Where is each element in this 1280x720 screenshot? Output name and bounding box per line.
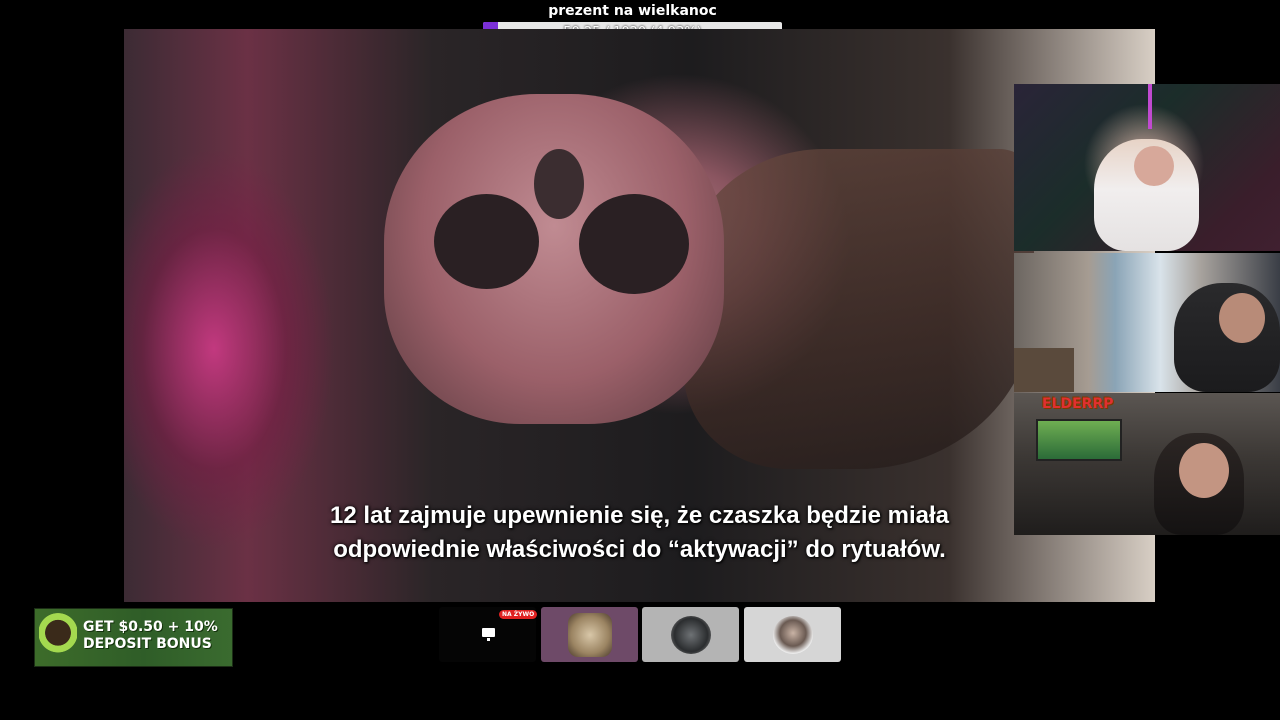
webcam-1 xyxy=(1014,84,1280,251)
ad-line-1: GET $0.50 + 10% xyxy=(83,619,218,635)
elder-logo: ELDERRP xyxy=(1042,396,1114,412)
monitor-icon xyxy=(482,628,495,641)
aquarium xyxy=(1036,419,1122,461)
deposit-bonus-ad[interactable]: GET $0.50 + 10% DEPOSIT BONUS xyxy=(34,608,233,667)
subtitle-line-1: 12 lat zajmuje upewnienie się, że czaszk… xyxy=(330,502,949,529)
avatar-face-icon xyxy=(568,613,612,657)
ad-line-2: DEPOSIT BONUS xyxy=(83,636,212,652)
ad-text: GET $0.50 + 10% DEPOSIT BONUS xyxy=(83,619,218,653)
thumbnail-face[interactable] xyxy=(541,607,638,662)
webcam-2 xyxy=(1014,253,1280,392)
webcam-3: ELDERRP xyxy=(1014,393,1280,535)
main-video[interactable]: 12 lat zajmuje upewnienie się, że czaszk… xyxy=(124,29,1155,602)
thumbnail-car[interactable] xyxy=(642,607,739,662)
video-skull xyxy=(384,94,724,424)
avatar-person-icon xyxy=(773,616,813,654)
video-arm xyxy=(684,149,1034,469)
goal-title: prezent na wielkanoc xyxy=(548,3,717,19)
thumbnail-person[interactable] xyxy=(744,607,841,662)
live-badge: NA ŻYWO xyxy=(499,610,538,619)
subtitle-line-2: odpowiednie właściwości do “aktywacji” d… xyxy=(333,536,946,563)
car-icon xyxy=(671,616,711,654)
green-alien-mascot-icon xyxy=(39,613,77,665)
